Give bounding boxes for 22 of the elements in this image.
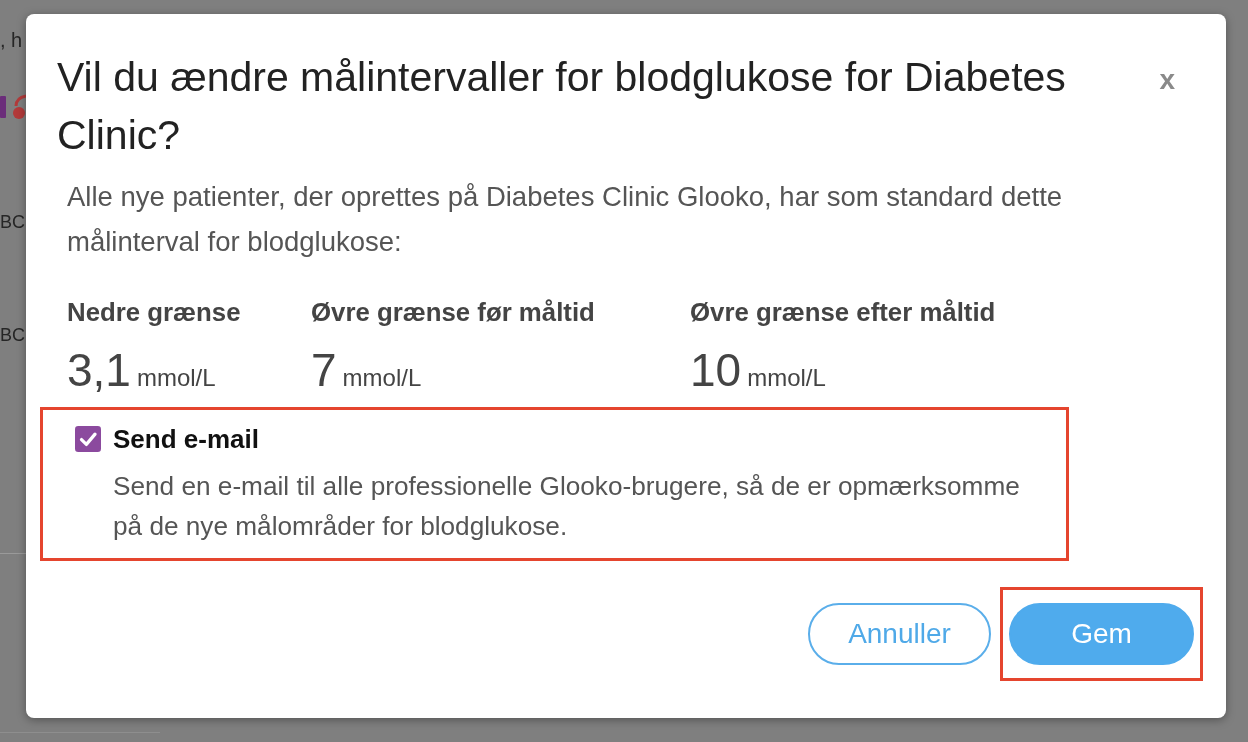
limit-label: Øvre grænse før måltid — [311, 297, 595, 327]
page-text: BC — [0, 324, 26, 347]
intro-text: Alle nye patienter, der oprettes på Diabetes Clinic Glooko, har som standard dette målinterval for blodglukose: — [67, 180, 1064, 259]
limit-unit: mmol/L — [342, 363, 422, 393]
page-text: , h — [0, 28, 24, 52]
circle-icon — [12, 94, 26, 120]
limit-unit: mmol/L — [136, 363, 216, 393]
limit-value: 7 — [311, 345, 337, 395]
limit-unit: mmol/L — [747, 363, 826, 393]
page-text: BC — [0, 211, 26, 234]
limit-label: Øvre grænse efter måltid — [690, 297, 996, 327]
save-button[interactable]: Gem — [1009, 603, 1194, 665]
limit-value: 3,1 — [67, 345, 131, 395]
checkbox[interactable] — [75, 426, 101, 452]
option-description: Send en e-mail til alle professionelle Glooko-brugere, så de er opmærksomme på de nye målområder for blodglukose. — [113, 470, 1021, 543]
limit-label: Nedre grænse — [67, 297, 241, 327]
dialog-title: Vil du ændre målintervaller for blodglukose for Diabetes Clinic? — [57, 53, 1067, 160]
close-button[interactable]: x — [1159, 68, 1175, 92]
checkbox-label: Send e-mail — [113, 424, 259, 454]
square-icon — [0, 96, 6, 118]
cancel-button[interactable]: Annuller — [808, 603, 991, 665]
limit-value: 10 — [690, 345, 742, 395]
